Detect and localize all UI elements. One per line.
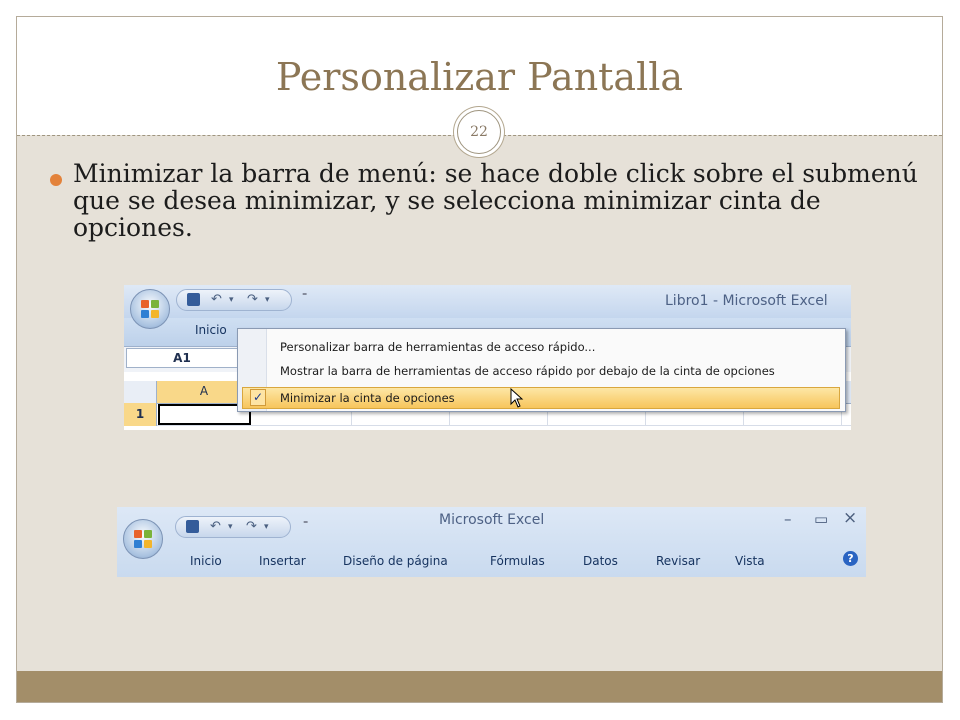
select-all-corner[interactable]: [124, 381, 157, 403]
row-header-1[interactable]: 1: [124, 403, 157, 426]
grid-line: [157, 425, 851, 426]
name-box[interactable]: A1: [126, 348, 238, 368]
help-icon[interactable]: ?: [843, 551, 858, 566]
customize-qat-icon[interactable]: ⁼: [302, 291, 307, 302]
tab-revisar[interactable]: Revisar: [656, 554, 700, 568]
excel-screenshot-menu: ↶ ▾ ↷ ▾ ⁼ Libro1 - Microsoft Excel Inici…: [124, 285, 851, 430]
undo-dropdown-icon[interactable]: ▾: [228, 522, 233, 532]
bullet-text: Minimizar la barra de menú: se hace dobl…: [73, 159, 918, 242]
slide-title: Personalizar Pantalla: [275, 55, 684, 99]
quick-access-toolbar: ↶ ▾ ↷ ▾: [176, 289, 292, 311]
undo-icon[interactable]: ↶: [211, 292, 222, 307]
close-icon[interactable]: ×: [843, 508, 857, 528]
qat-context-menu: Personalizar barra de herramientas de ac…: [237, 328, 846, 412]
menu-item-show-qat-below[interactable]: Mostrar la barra de herramientas de acce…: [280, 364, 775, 378]
window-title: Microsoft Excel: [439, 512, 545, 528]
check-icon: ✓: [250, 389, 266, 406]
office-logo-icon: [141, 300, 159, 318]
slide-number: 22: [457, 110, 501, 154]
save-icon[interactable]: [186, 520, 199, 533]
tab-inicio[interactable]: Inicio: [195, 323, 227, 337]
tab-formulas[interactable]: Fórmulas: [490, 554, 545, 568]
arrow-cursor-icon: [510, 388, 524, 408]
tab-diseno-de-pagina[interactable]: Diseño de página: [343, 554, 448, 568]
slide: Personalizar Pantalla 22 Minimizar la ba…: [16, 16, 943, 703]
menu-item-label: Minimizar la cinta de opciones: [280, 391, 455, 405]
office-logo-icon: [134, 530, 152, 548]
office-button[interactable]: [123, 519, 163, 559]
menu-item-minimize-ribbon[interactable]: ✓ Minimizar la cinta de opciones: [242, 387, 840, 409]
redo-dropdown-icon[interactable]: ▾: [264, 522, 269, 532]
window-title: Libro1 - Microsoft Excel: [665, 293, 828, 309]
tab-inicio[interactable]: Inicio: [190, 554, 222, 568]
maximize-icon[interactable]: ▭: [814, 510, 828, 528]
undo-dropdown-icon[interactable]: ▾: [229, 295, 234, 305]
footer-bar: [17, 671, 942, 702]
save-icon[interactable]: [187, 293, 200, 306]
excel-screenshot-minimized: ↶ ▾ ↷ ▾ ⁼ Microsoft Excel – ▭ × Inicio I…: [117, 507, 866, 577]
office-button[interactable]: [130, 289, 170, 329]
menu-item-customize-qat[interactable]: Personalizar barra de herramientas de ac…: [280, 340, 595, 354]
redo-icon[interactable]: ↷: [247, 292, 258, 307]
customize-qat-icon[interactable]: ⁼: [303, 519, 308, 530]
quick-access-toolbar: ↶ ▾ ↷ ▾: [175, 516, 291, 538]
undo-icon[interactable]: ↶: [210, 519, 221, 534]
minimize-icon[interactable]: –: [784, 510, 792, 528]
tab-datos[interactable]: Datos: [583, 554, 618, 568]
bullet-dot-icon: [50, 174, 62, 186]
redo-dropdown-icon[interactable]: ▾: [265, 295, 270, 305]
tab-vista[interactable]: Vista: [735, 554, 765, 568]
tab-insertar[interactable]: Insertar: [259, 554, 306, 568]
redo-icon[interactable]: ↷: [246, 519, 257, 534]
